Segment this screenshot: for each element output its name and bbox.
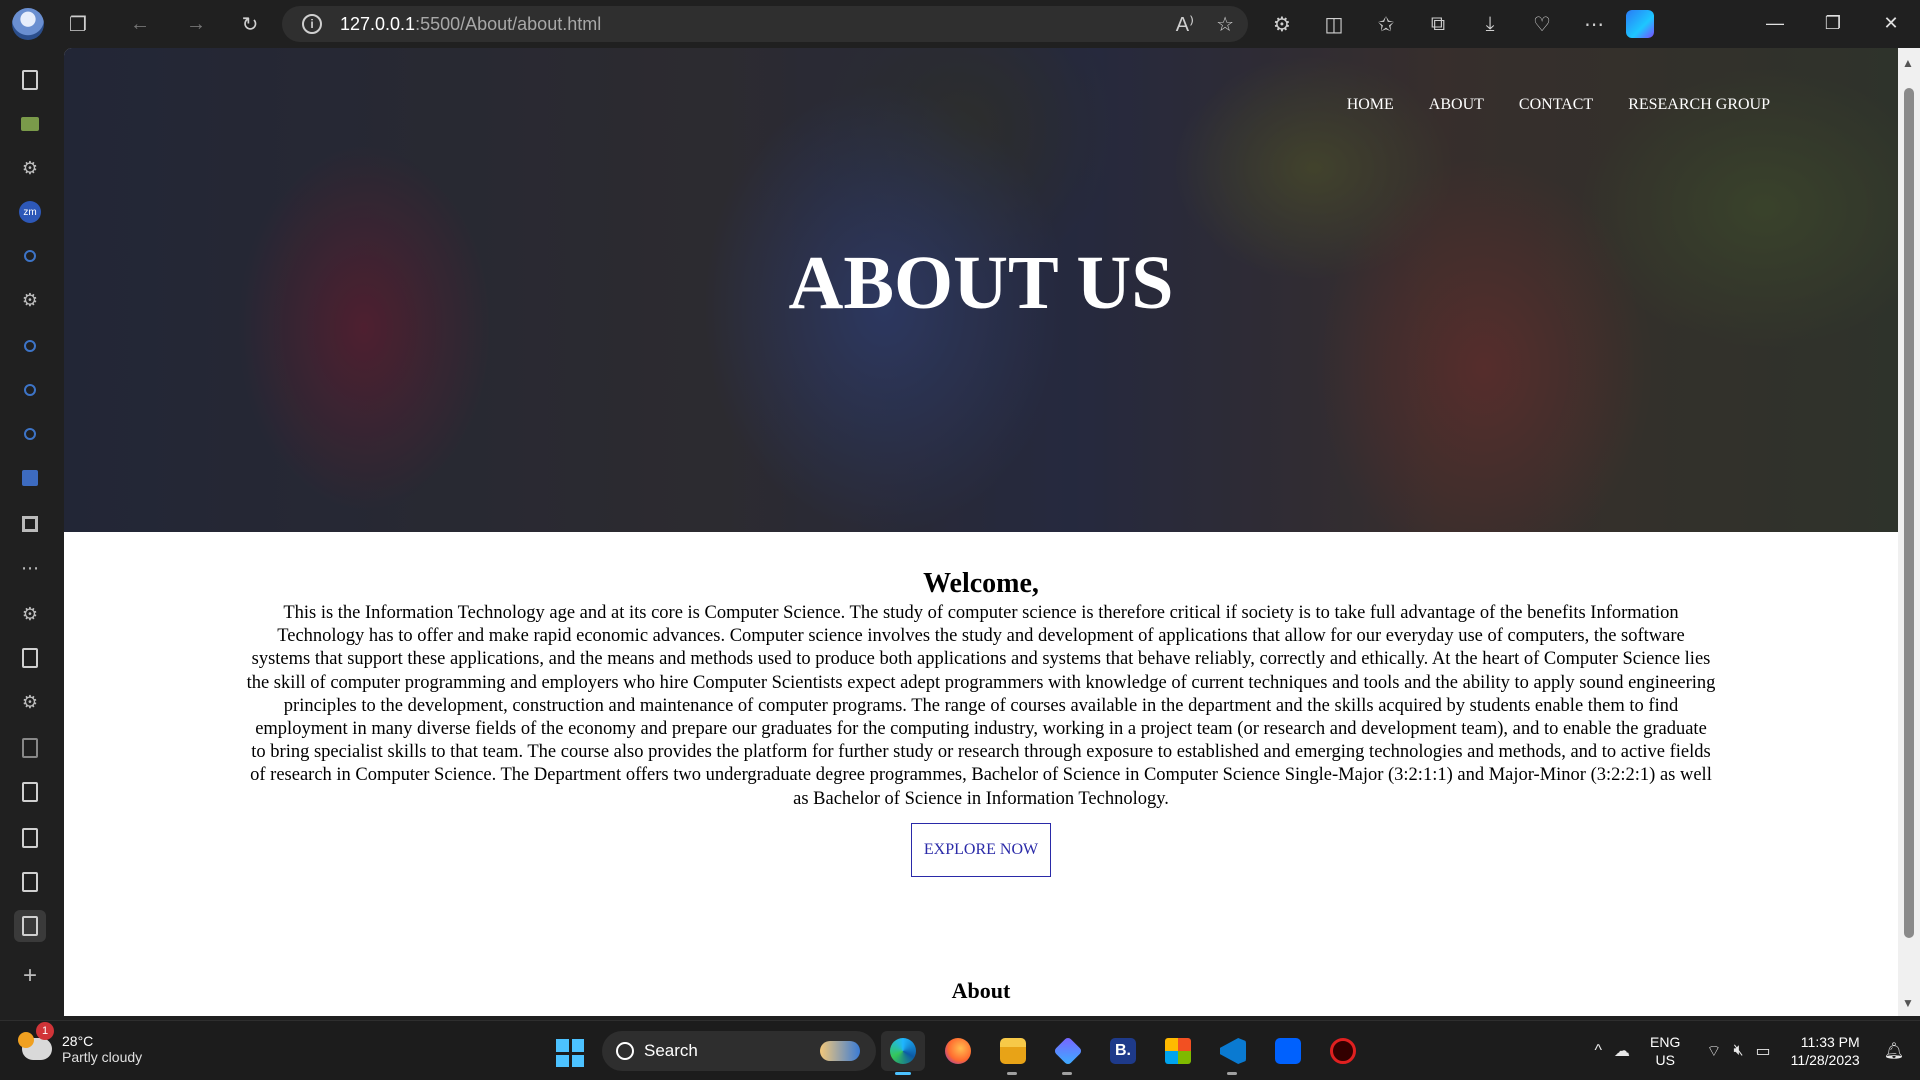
firefox-icon[interactable] (936, 1031, 980, 1071)
battery-icon[interactable]: ▭ (1756, 1041, 1771, 1061)
taskbar-scene-icon[interactable] (810, 1031, 870, 1071)
favorites-icon[interactable]: ✩ (1366, 4, 1406, 44)
edge-browser-icon[interactable] (881, 1031, 925, 1075)
page-scrollbar[interactable]: ▲ ▼ (1898, 48, 1920, 1016)
scroll-thumb[interactable] (1904, 88, 1914, 938)
about-heading: About (951, 978, 1011, 1003)
url-path: :5500/About/about.html (415, 13, 602, 34)
tab-document-icon[interactable] (14, 462, 46, 494)
refresh-icon[interactable]: ↻ (230, 4, 270, 44)
start-button[interactable] (556, 1039, 584, 1067)
split-screen-icon[interactable]: ◫ (1314, 4, 1354, 44)
window-controls: — ❐ ✕ (1746, 0, 1920, 46)
explore-now-button[interactable]: EXPLORE NOW (910, 822, 1052, 877)
url-host: 127.0.0.1 (340, 13, 416, 34)
search-label: Search (644, 1041, 698, 1060)
onedrive-error-icon[interactable]: ☁ (1614, 1041, 1630, 1061)
tab-image-icon[interactable] (14, 108, 46, 140)
welcome-heading: Welcome, (923, 568, 1039, 599)
tab-more-icon[interactable]: ⋯ (14, 552, 46, 584)
collections-icon[interactable]: ⧉ (1418, 4, 1458, 44)
close-icon[interactable]: ✕ (1862, 0, 1920, 46)
browser-essentials-icon[interactable]: ♡ (1522, 4, 1562, 44)
back-icon[interactable]: ← (120, 4, 160, 44)
file-explorer-icon[interactable] (991, 1031, 1035, 1075)
tab-page-icon[interactable] (14, 642, 46, 674)
clock[interactable]: 11:33 PM 11/28/2023 (1791, 1033, 1860, 1069)
app-b-icon[interactable]: B. (1101, 1031, 1145, 1071)
vertical-tabs-sidebar: ⚙ zm ⚙ ⋯ ⚙ ⚙ + (0, 48, 62, 1020)
tab-page-icon-active[interactable] (14, 910, 46, 942)
minimize-icon[interactable]: — (1746, 0, 1804, 46)
read-aloud-icon[interactable]: A⁾ (1176, 12, 1194, 37)
tab-search-icon[interactable] (14, 374, 46, 406)
tab-actions-icon[interactable]: ❐ (58, 4, 98, 44)
copilot-icon[interactable] (1626, 10, 1654, 38)
notification-badge: 1 (36, 1022, 54, 1040)
extensions-icon[interactable]: ⚙ (1262, 4, 1302, 44)
taskbar-apps: B. (820, 1031, 1365, 1075)
tab-page-icon[interactable] (14, 822, 46, 854)
temperature: 28°C (62, 1033, 94, 1049)
lang-region: US (1655, 1052, 1675, 1068)
nav-about[interactable]: ABOUT (1429, 96, 1484, 114)
nav-home[interactable]: HOME (1347, 96, 1394, 114)
system-tray: ^ ☁ ENG US ⌔ 🔇︎ ▭ 11:33 PM 11/28/2023 🔔︎ (1589, 1021, 1920, 1080)
hero-banner: HOME ABOUT CONTACT RESEARCH GROUP ABOUT … (64, 48, 1898, 532)
main-nav: HOME ABOUT CONTACT RESEARCH GROUP (1347, 96, 1770, 114)
notification-bell-icon[interactable]: 🔔︎ (1884, 1041, 1904, 1061)
tab-settings-icon[interactable]: ⚙ (14, 686, 46, 718)
tab-search-icon[interactable] (14, 240, 46, 272)
app-red-icon[interactable] (1321, 1031, 1365, 1071)
clock-time: 11:33 PM (1800, 1034, 1860, 1050)
app-hexagon-icon[interactable] (1046, 1031, 1090, 1075)
browser-titlebar: ❐ ← → ↻ i 127.0.0.1 :5500/About/about.ht… (0, 0, 1920, 48)
tab-search-icon[interactable] (14, 418, 46, 450)
tab-page-icon[interactable] (14, 732, 46, 764)
wifi-icon[interactable]: ⌔ (1706, 1041, 1721, 1061)
favorite-star-icon[interactable]: ☆ (1216, 12, 1234, 37)
partly-cloudy-icon: 1 (18, 1022, 54, 1060)
lang-code: ENG (1650, 1034, 1681, 1050)
dropbox-icon[interactable] (1266, 1031, 1310, 1071)
about-paragraph: This is the Information Technology age a… (246, 603, 1716, 809)
restore-icon[interactable]: ❐ (1804, 0, 1862, 46)
browser-toolbar: ⚙ ◫ ✩ ⧉ ⤓ ♡ ⋯ (1262, 4, 1654, 44)
weather-condition: Partly cloudy (62, 1049, 143, 1065)
welcome-section: Welcome, This is the Information Technol… (64, 532, 1898, 877)
nav-research-group[interactable]: RESEARCH GROUP (1628, 96, 1770, 114)
volume-muted-icon[interactable]: 🔇︎ (1733, 1042, 1743, 1060)
scroll-down-icon[interactable]: ▼ (1902, 996, 1914, 1010)
input-language[interactable]: ENG US (1650, 1033, 1680, 1069)
tab-search-icon[interactable] (14, 330, 46, 362)
tab-page-icon[interactable] (14, 776, 46, 808)
nav-contact[interactable]: CONTACT (1519, 96, 1593, 114)
tab-page-icon[interactable] (14, 866, 46, 898)
vscode-icon[interactable] (1211, 1031, 1255, 1075)
tab-panel-icon[interactable] (14, 64, 46, 96)
page-viewport: HOME ABOUT CONTACT RESEARCH GROUP ABOUT … (64, 48, 1898, 1016)
search-icon (616, 1042, 634, 1060)
tab-extension-icon[interactable]: ⚙ (14, 598, 46, 630)
profile-icon[interactable] (12, 8, 44, 40)
site-info-icon[interactable]: i (302, 14, 322, 34)
windows-taskbar: 1 28°C Partly cloudy Search B. ^ ☁ ENG U… (0, 1020, 1920, 1080)
tab-settings-icon[interactable]: ⚙ (14, 152, 46, 184)
hero-title: ABOUT US (788, 241, 1174, 325)
tab-window-icon[interactable] (14, 508, 46, 540)
scroll-up-icon[interactable]: ▲ (1902, 56, 1914, 70)
address-bar[interactable]: i 127.0.0.1 :5500/About/about.html A⁾ ☆ (282, 6, 1248, 42)
more-icon[interactable]: ⋯ (1574, 4, 1614, 44)
chevron-up-icon[interactable]: ^ (1595, 1042, 1603, 1060)
tab-settings-icon[interactable]: ⚙ (14, 284, 46, 316)
new-tab-icon[interactable]: + (14, 960, 46, 992)
weather-widget[interactable]: 1 28°C Partly cloudy (18, 1022, 143, 1065)
microsoft-store-icon[interactable] (1156, 1031, 1200, 1071)
forward-icon[interactable]: → (176, 4, 216, 44)
tab-zm-icon[interactable]: zm (14, 196, 46, 228)
downloads-icon[interactable]: ⤓ (1470, 4, 1510, 44)
clock-date: 11/28/2023 (1790, 1052, 1860, 1068)
